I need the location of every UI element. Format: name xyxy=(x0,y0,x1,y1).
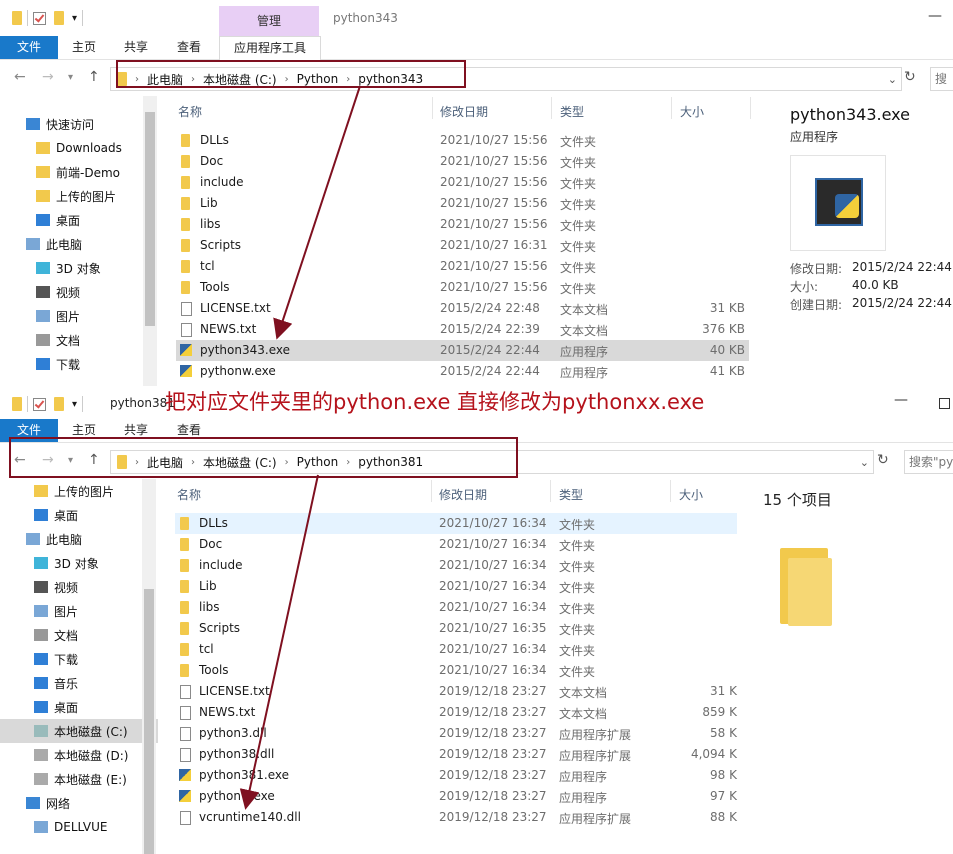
annotation-arrows xyxy=(239,85,361,810)
arrow-to-python343-exe xyxy=(273,85,361,340)
arrow-to-python381-exe xyxy=(239,474,319,810)
